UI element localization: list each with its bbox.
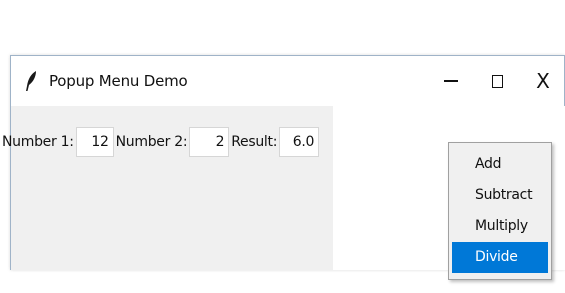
close-icon: X	[536, 69, 550, 93]
title-bar[interactable]: Popup Menu Demo X	[11, 56, 564, 106]
popup-menu: Add Subtract Multiply Divide	[448, 142, 552, 280]
number1-input[interactable]: 12	[75, 127, 114, 157]
minimize-icon	[444, 80, 458, 82]
maximize-icon	[491, 74, 503, 88]
number2-label: Number 2:	[115, 134, 188, 150]
minimize-button[interactable]	[429, 64, 473, 98]
menu-item-add[interactable]: Add	[449, 149, 551, 180]
maximize-button[interactable]	[475, 64, 519, 98]
result-field[interactable]: 6.0	[279, 127, 320, 157]
close-button[interactable]: X	[521, 64, 565, 98]
number1-label: Number 1:	[2, 134, 74, 150]
feather-icon	[25, 70, 39, 92]
result-label: Result:	[231, 134, 278, 150]
window-title: Popup Menu Demo	[49, 72, 188, 90]
menu-item-multiply[interactable]: Multiply	[449, 211, 551, 242]
menu-item-subtract[interactable]: Subtract	[449, 180, 551, 211]
number2-input[interactable]: 2	[189, 127, 230, 157]
menu-item-divide[interactable]: Divide	[452, 242, 548, 273]
calculator-form: Number 1: 12 Number 2: 2 Result: 6.0	[0, 126, 320, 158]
